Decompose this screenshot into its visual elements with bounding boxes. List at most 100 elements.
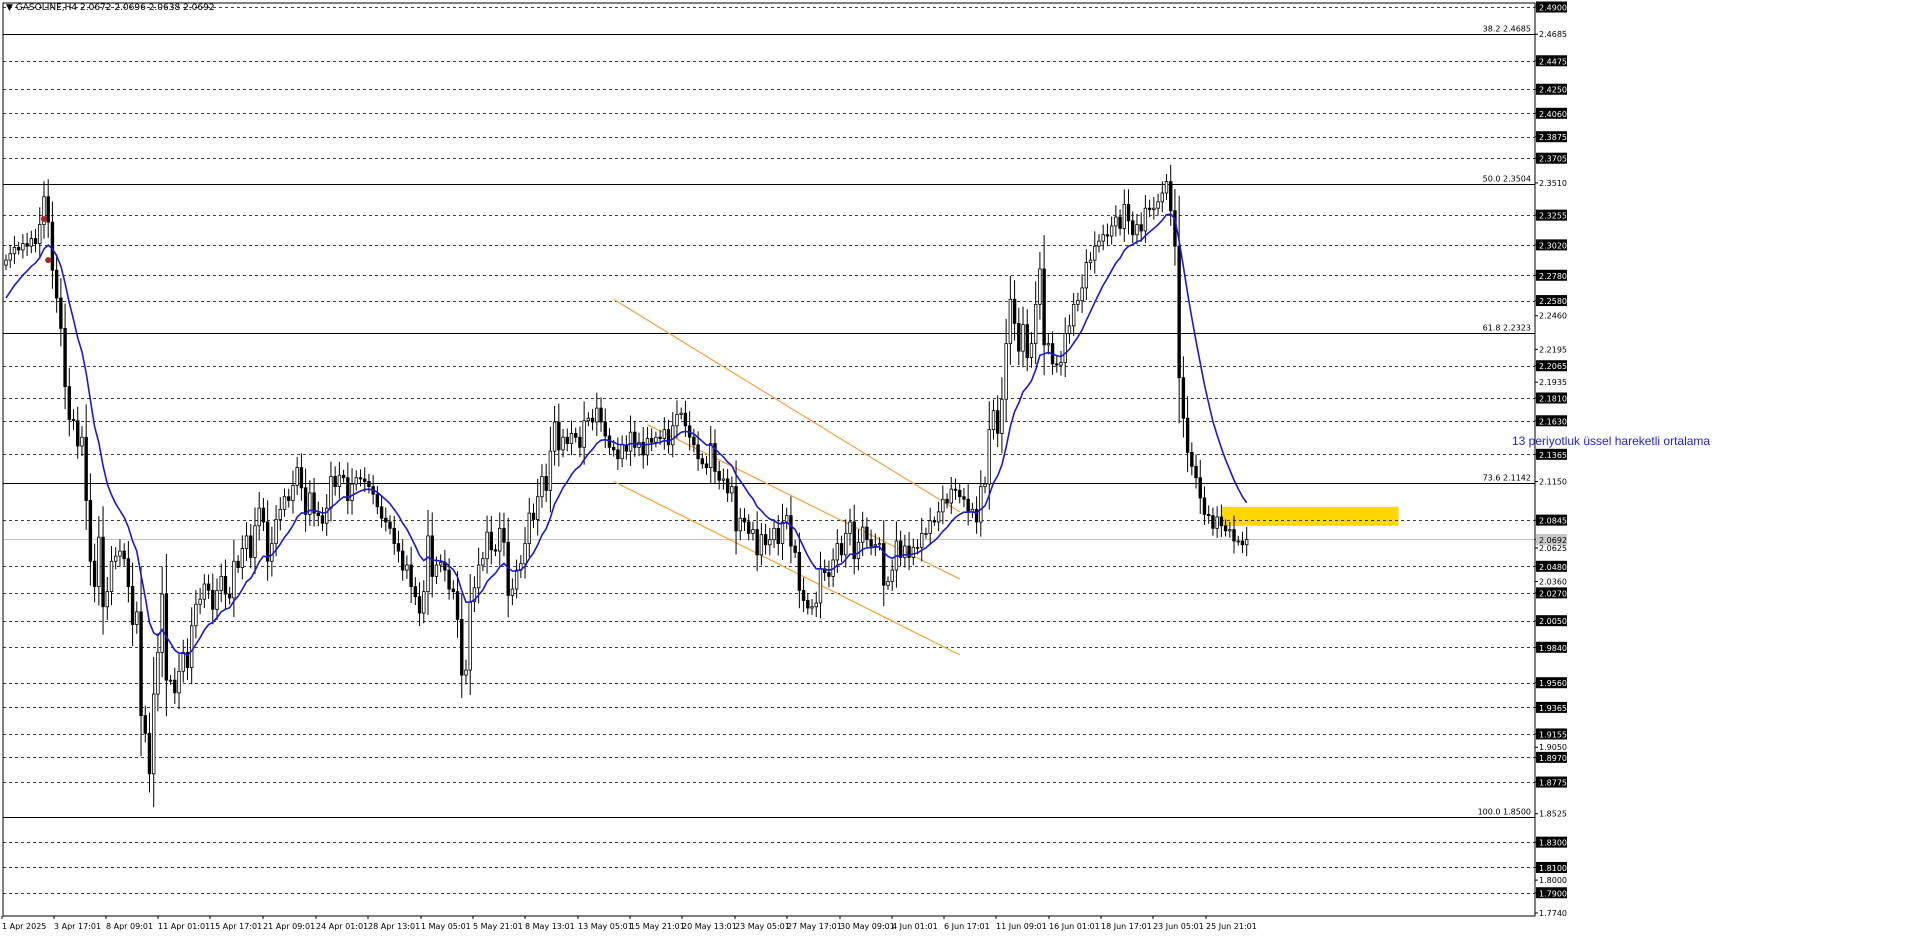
candle-body (118, 550, 122, 557)
candle-body (548, 450, 553, 491)
candle-body (873, 544, 878, 547)
candle-body (354, 477, 358, 485)
candle-body (291, 484, 295, 501)
x-tick-label: 8 May 13:01 (525, 922, 575, 931)
candle-body (1008, 298, 1013, 344)
candle (97, 516, 101, 606)
candle-body (384, 517, 388, 523)
candle-body (1211, 515, 1215, 529)
candle-body (536, 496, 540, 520)
candle-body (1202, 497, 1207, 515)
candle (1046, 333, 1051, 355)
candle-body (282, 496, 287, 510)
candle-body (949, 488, 953, 504)
candle (219, 563, 223, 602)
candle (261, 498, 266, 532)
x-tick-label: 18 Jun 17:01 (1101, 922, 1152, 931)
candle (540, 464, 544, 508)
candle-body (692, 436, 696, 446)
candle-body (392, 527, 396, 544)
x-tick-label: 3 Apr 17:01 (54, 922, 101, 931)
candle (852, 504, 856, 575)
candle-body (514, 569, 519, 590)
candle (810, 599, 814, 615)
candle (801, 577, 806, 613)
y-tick-label: 2.2580 (1539, 297, 1567, 306)
candle (662, 417, 667, 450)
candle-body (759, 534, 764, 556)
candle (232, 539, 236, 618)
candle-body (211, 589, 215, 610)
candle (679, 407, 683, 420)
candle (1202, 486, 1207, 525)
candle-body (852, 521, 856, 560)
candle (409, 546, 413, 603)
plot-frame (2, 2, 1536, 917)
candle (215, 578, 219, 620)
candle-body (88, 500, 93, 562)
candle-body (1004, 343, 1008, 400)
candle-body (438, 562, 443, 566)
candle-body (1160, 192, 1164, 203)
candle (481, 551, 485, 572)
candle-body (168, 679, 173, 682)
candle-body (468, 601, 472, 671)
candle (299, 453, 304, 501)
y-tick-label: 1.8000 (1539, 876, 1567, 885)
candle (295, 456, 299, 495)
candle (966, 484, 970, 526)
candle (333, 466, 337, 496)
candle-body (945, 498, 949, 504)
candle-body (793, 545, 797, 553)
candle (721, 468, 726, 490)
candle (249, 523, 253, 569)
x-tick-label: 11 Apr 01:01 (158, 922, 210, 931)
candle-body (590, 417, 595, 423)
candle-body (1109, 225, 1114, 237)
candle-body (924, 532, 928, 535)
y-tick-label: 2.3020 (1539, 241, 1567, 250)
candle (375, 485, 380, 515)
candle (742, 508, 747, 531)
candle-body (603, 421, 607, 437)
candle (945, 493, 949, 509)
candle-body (1236, 540, 1240, 543)
candle (709, 425, 713, 484)
x-tick-label: 16 Jun 01:01 (1049, 922, 1100, 931)
candle (33, 228, 38, 253)
candle (54, 253, 59, 313)
candle-body (194, 603, 198, 627)
candle (316, 501, 320, 527)
y-tick-label: 2.4060 (1539, 110, 1567, 119)
candle (227, 586, 232, 605)
candle-body (979, 486, 983, 523)
y-tick-label: 1.7900 (1539, 889, 1567, 898)
candle (417, 582, 422, 627)
candle-body (717, 470, 721, 481)
candle-body (776, 527, 780, 544)
candle-body (206, 583, 211, 591)
candle-body (734, 486, 738, 532)
candle (557, 403, 561, 467)
candle (1181, 356, 1186, 438)
candle-body (67, 386, 71, 420)
y-tick-label: 2.1150 (1539, 478, 1567, 487)
candle (1067, 314, 1072, 344)
candle (287, 488, 291, 508)
candle (936, 501, 941, 532)
candle (122, 543, 126, 566)
candle-body (1118, 216, 1122, 229)
fibonacci-label: 38.2 2.4685 (1483, 25, 1531, 34)
candle-body (751, 529, 755, 534)
candle (1029, 332, 1034, 368)
candle-body (202, 583, 207, 600)
candle (59, 278, 63, 347)
candle-body (620, 444, 624, 460)
candle (974, 496, 979, 534)
candle (1000, 377, 1004, 454)
candle (278, 497, 282, 531)
candle (818, 551, 823, 619)
candle-body (422, 591, 426, 614)
candle (645, 426, 650, 466)
candle-body (38, 224, 42, 245)
